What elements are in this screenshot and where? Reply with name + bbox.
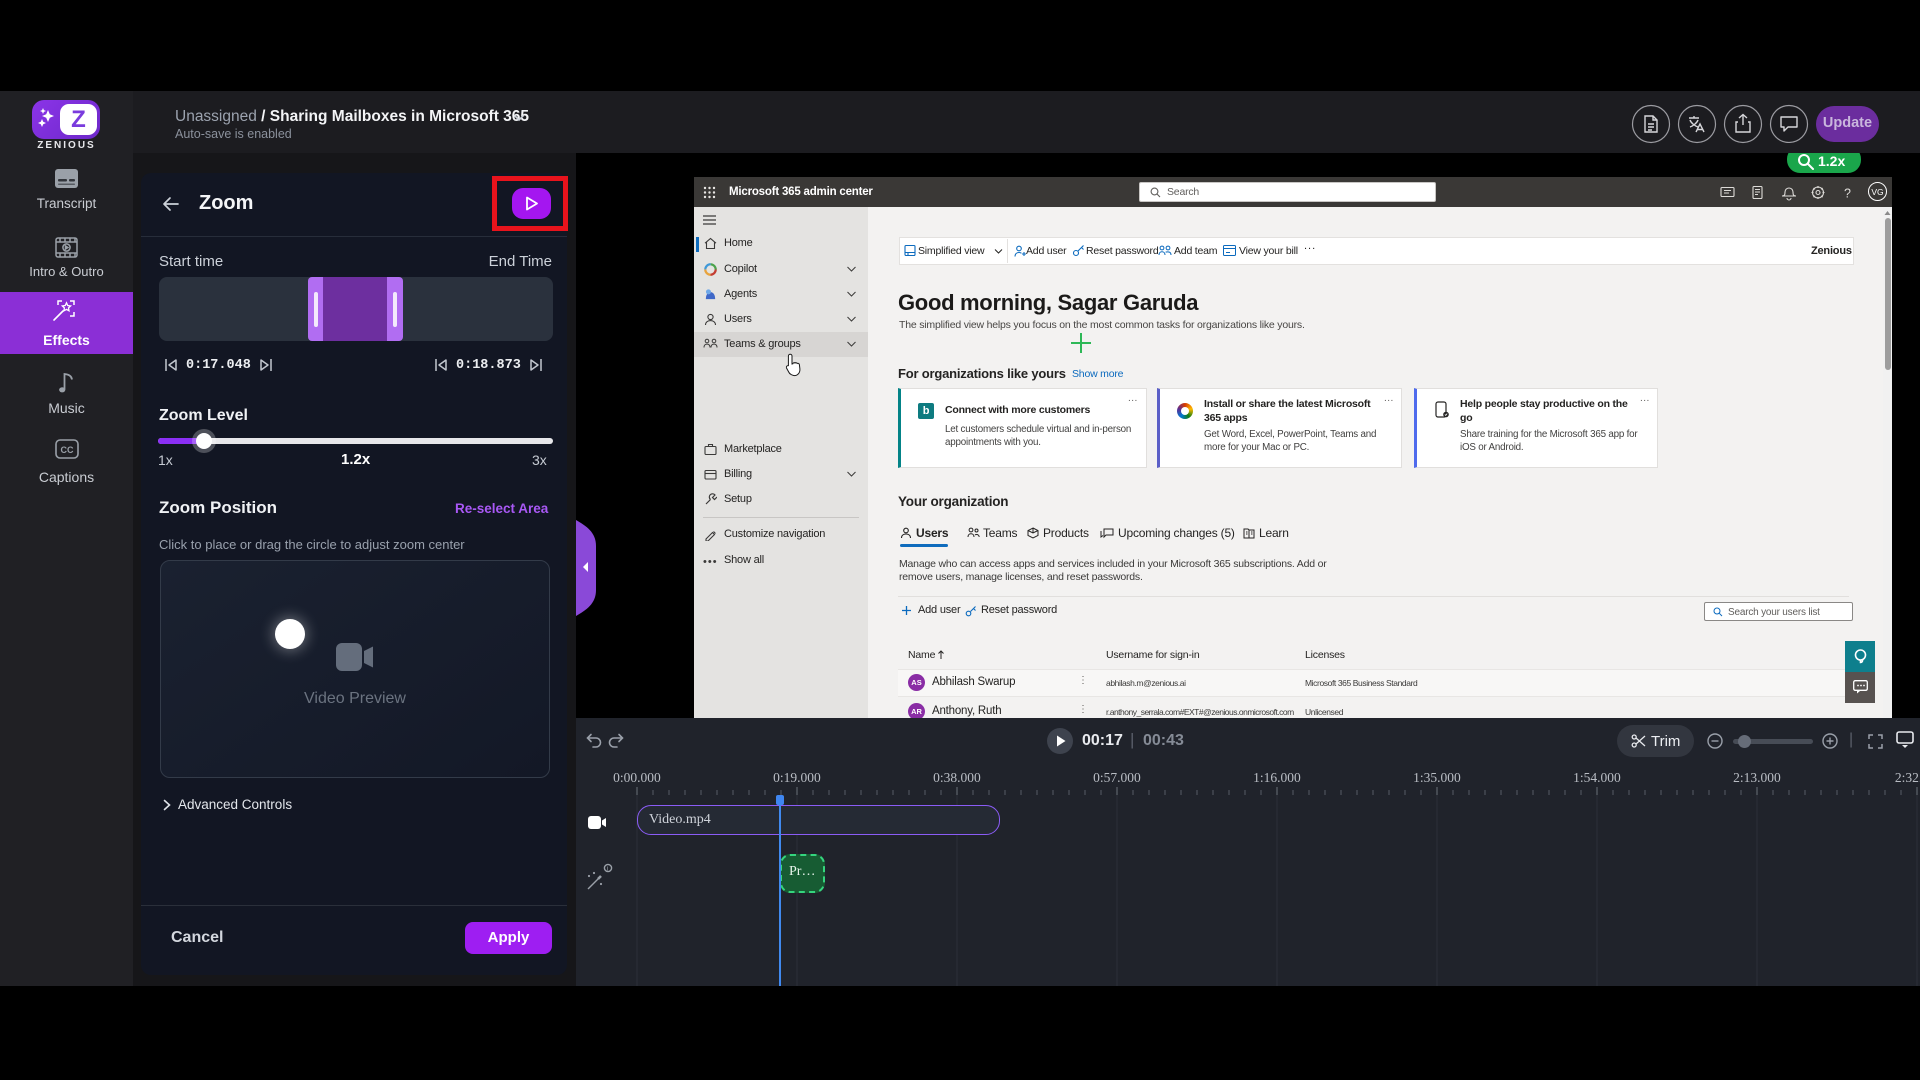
svg-text:1:35.000: 1:35.000 <box>1413 770 1461 785</box>
svg-text:?: ? <box>1844 187 1851 201</box>
svg-text:2:32.0: 2:32.0 <box>1895 770 1920 785</box>
svg-text:0:19.000: 0:19.000 <box>773 770 821 785</box>
svg-text:1:16.000: 1:16.000 <box>1253 770 1301 785</box>
svg-text:0:00.000: 0:00.000 <box>613 770 661 785</box>
svg-text:1:54.000: 1:54.000 <box>1573 770 1621 785</box>
svg-text:2:13.000: 2:13.000 <box>1733 770 1781 785</box>
svg-text:i: i <box>607 866 608 873</box>
svg-text:0:57.000: 0:57.000 <box>1093 770 1141 785</box>
svg-text:0:38.000: 0:38.000 <box>933 770 981 785</box>
svg-text:CC: CC <box>61 445 74 455</box>
